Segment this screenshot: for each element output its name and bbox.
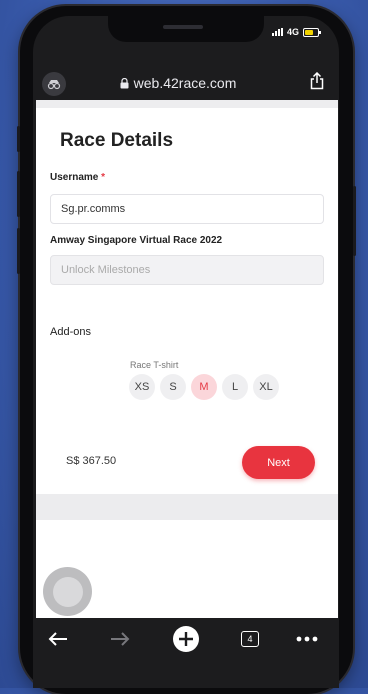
- power-button: [353, 186, 356, 256]
- share-icon[interactable]: [310, 71, 324, 95]
- tshirt-size-selector: XS S M L XL: [129, 374, 279, 400]
- username-label: Username *: [50, 172, 105, 183]
- milestones-field[interactable]: Unlock Milestones: [50, 255, 324, 285]
- page-header-strip: [36, 100, 338, 108]
- web-page: Race Details Username * Sg.pr.comms Amwa…: [36, 100, 338, 630]
- page-divider-band: [36, 494, 338, 520]
- size-option-s[interactable]: S: [160, 374, 186, 400]
- size-option-m[interactable]: M: [191, 374, 217, 400]
- network-type: 4G: [286, 27, 299, 37]
- private-browsing-icon[interactable]: [42, 72, 66, 96]
- more-options-icon[interactable]: [295, 628, 319, 650]
- username-input[interactable]: Sg.pr.comms: [50, 194, 324, 224]
- mute-switch: [17, 126, 20, 152]
- assistive-touch-button[interactable]: [43, 567, 92, 616]
- tabs-count: 4: [241, 631, 259, 647]
- username-label-text: Username: [50, 172, 99, 183]
- next-button[interactable]: Next: [242, 446, 315, 479]
- page-title: Race Details: [60, 130, 174, 151]
- total-price: S$ 367.50: [66, 455, 117, 467]
- lock-icon: [120, 77, 129, 88]
- url-text: web.42race.com: [133, 75, 237, 91]
- tabs-button[interactable]: 4: [239, 628, 261, 650]
- back-arrow-icon[interactable]: [47, 628, 69, 650]
- race-name-label: Amway Singapore Virtual Race 2022: [50, 235, 223, 246]
- browser-toolbar: 4: [33, 618, 339, 688]
- new-tab-plus-icon[interactable]: [172, 625, 200, 653]
- tshirt-label: Race T-shirt: [130, 360, 179, 370]
- size-option-l[interactable]: L: [222, 374, 248, 400]
- signal-icon: [271, 28, 283, 36]
- addons-label: Add-ons: [50, 326, 91, 338]
- url-field[interactable]: web.42race.com: [93, 74, 263, 92]
- volume-down-button: [17, 228, 20, 274]
- size-option-xs[interactable]: XS: [129, 374, 155, 400]
- required-mark: *: [101, 172, 106, 183]
- browser-address-bar: web.42race.com: [33, 54, 339, 102]
- notch: [108, 16, 264, 42]
- status-bar: 4G: [271, 27, 321, 37]
- size-option-xl[interactable]: XL: [253, 374, 279, 400]
- forward-arrow-icon[interactable]: [109, 628, 131, 650]
- battery-icon: [303, 27, 321, 37]
- phone-screen: 4G web.42race.com Race Details Username …: [33, 16, 339, 688]
- volume-up-button: [17, 171, 20, 217]
